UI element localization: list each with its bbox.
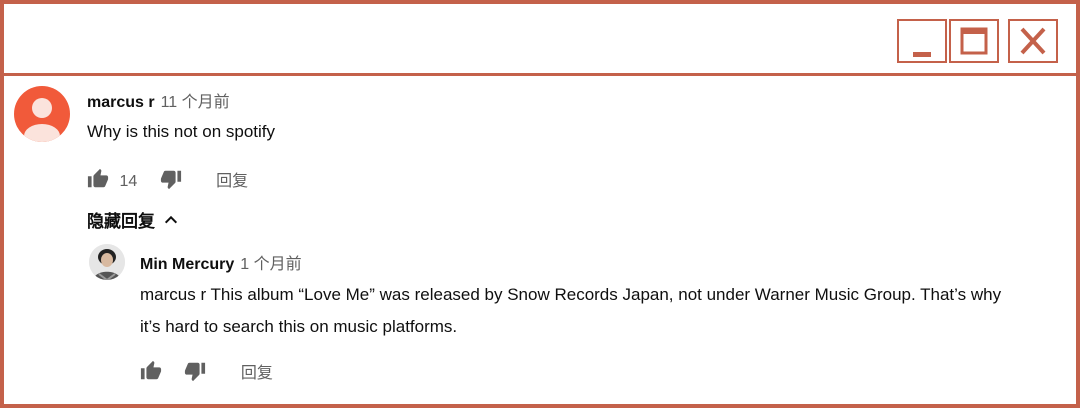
like-count: 14 xyxy=(119,173,138,190)
close-icon xyxy=(1020,27,1046,55)
hide-replies-toggle[interactable]: 隐藏回复 xyxy=(87,207,179,233)
reply-button[interactable]: 回复 xyxy=(241,365,273,382)
thumbs-down-icon xyxy=(160,171,181,190)
thumbs-up-icon xyxy=(140,361,162,380)
maximize-button[interactable] xyxy=(949,19,999,63)
comment-actions: 14 回复 xyxy=(87,167,248,195)
close-button[interactable] xyxy=(1008,19,1058,63)
minimize-button[interactable] xyxy=(897,19,947,63)
chevron-up-icon xyxy=(163,212,179,233)
reply-header: Min Mercury 1 个月前 xyxy=(140,250,302,274)
reply-text-line-1: marcus r This album “Love Me” was releas… xyxy=(140,285,1002,304)
reply-time[interactable]: 1 个月前 xyxy=(240,256,301,273)
window-frame: marcus r 11 个月前 Why is this not on spotif… xyxy=(0,0,1080,408)
comment-time[interactable]: 11 个月前 xyxy=(161,94,230,111)
comment-author[interactable]: marcus r xyxy=(87,94,155,111)
like-button[interactable] xyxy=(140,360,162,387)
reply-button[interactable]: 回复 xyxy=(216,173,248,190)
reply-author[interactable]: Min Mercury xyxy=(140,256,234,273)
hide-replies-label: 隐藏回复 xyxy=(87,212,155,231)
like-button[interactable] xyxy=(87,168,109,195)
comment-text: Why is this not on spotify xyxy=(87,122,276,141)
maximize-icon xyxy=(960,27,988,55)
dislike-button[interactable] xyxy=(160,168,182,195)
title-bar xyxy=(4,4,1076,76)
default-user-icon xyxy=(24,98,60,142)
reply-actions: 回复 xyxy=(140,359,273,387)
avatar[interactable] xyxy=(14,86,70,142)
reply-avatar[interactable] xyxy=(89,244,125,280)
comment-header: marcus r 11 个月前 xyxy=(87,88,230,112)
thumbs-up-icon xyxy=(87,169,109,188)
reply-text-line-2: it’s hard to search this on music platfo… xyxy=(140,317,458,336)
user-photo-icon xyxy=(89,244,125,280)
dislike-button[interactable] xyxy=(184,360,206,387)
minimize-icon xyxy=(913,52,931,57)
thumbs-down-icon xyxy=(185,363,206,382)
